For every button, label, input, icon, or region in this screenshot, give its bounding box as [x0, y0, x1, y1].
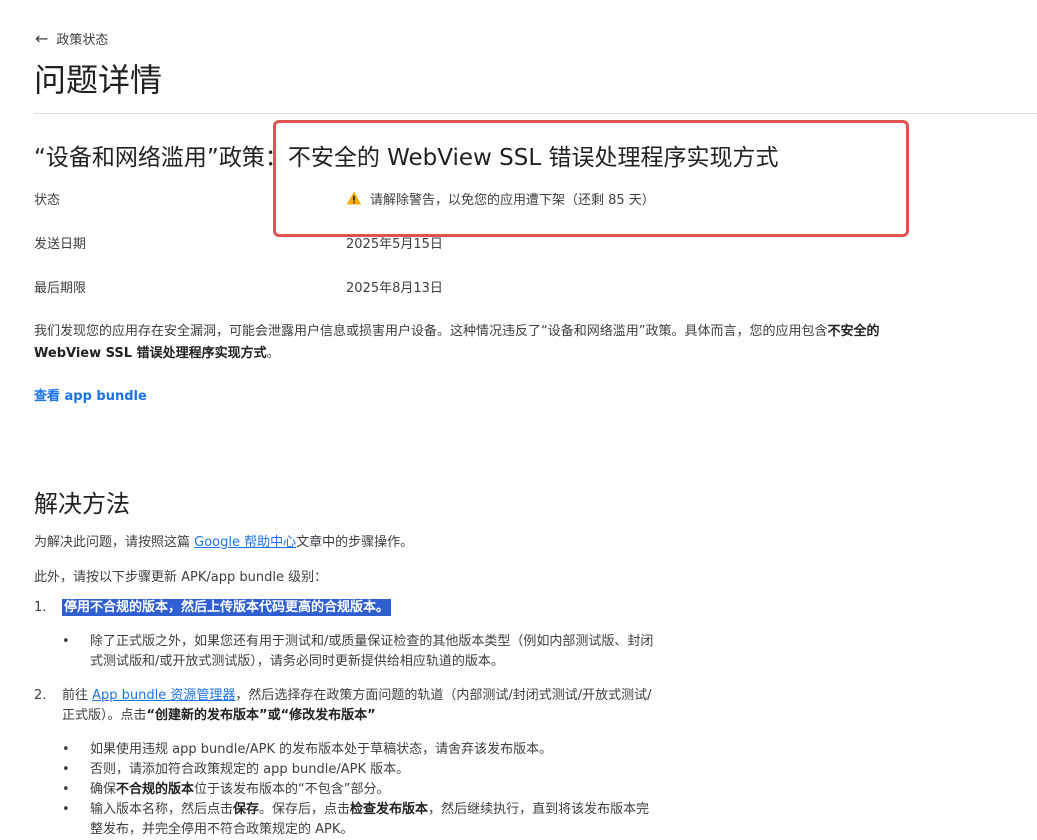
step-2-bullet-d: • 输入版本名称，然后点击保存。保存后，点击检查发布版本，然后继续执行，直到将该… — [62, 800, 660, 840]
bullet-d-text-mid: 。保存后，点击 — [259, 802, 351, 817]
deadline-label: 最后期限 — [34, 280, 87, 296]
bullet-text: 除了正式版之外，如果您还有用于测试和/或质量保证检查的其他版本类型（例如内部测试… — [90, 634, 654, 669]
policy-title: “设备和网络滥用”政策：不安全的 WebView SSL 错误处理程序实现方式 — [34, 145, 779, 171]
warning-icon — [346, 191, 362, 205]
bullet-c-text-end: 位于该发布版本的“不包含”部分。 — [194, 782, 390, 797]
step-text: 停用不合规的版本，然后上传版本代码更高的合规版本。 — [62, 598, 662, 618]
bullet-c-text: 确保 — [90, 782, 117, 797]
issue-description: 我们发现您的应用存在安全漏洞，可能会泄露用户信息或损害用户设备。这种情况违反了“… — [34, 321, 934, 365]
back-link[interactable]: ← 政策状态 — [35, 29, 108, 48]
bullet-text: 输入版本名称，然后点击保存。保存后，点击检查发布版本，然后继续执行，直到将该发布… — [90, 800, 660, 840]
arrow-left-icon: ← — [35, 28, 49, 48]
deadline-value: 2025年8月13日 — [346, 280, 443, 296]
bullet-dot: • — [62, 634, 70, 649]
step-text: 前往 App bundle 资源管理器，然后选择存在政策方面问题的轨道（内部测试… — [62, 686, 662, 726]
bullet-dot: • — [62, 802, 70, 817]
step-number: 2. — [34, 688, 47, 703]
step-1-bullet: • 除了正式版之外，如果您还有用于测试和/或质量保证检查的其他版本类型（例如内部… — [62, 632, 660, 672]
bullet-text: 否则，请添加符合政策规定的 app bundle/APK 版本。 — [90, 762, 410, 777]
deadline-row: 最后期限 2025年8月13日 — [34, 276, 1037, 296]
status-text: 请解除警告，以免您的应用遭下架（还剩 85 天） — [370, 192, 655, 208]
step-2-text: 前往 — [62, 688, 93, 703]
sent-date-value: 2025年5月15日 — [346, 236, 443, 252]
back-label: 政策状态 — [56, 33, 109, 48]
resolution-also: 此外，请按以下步骤更新 APK/app bundle 级别： — [34, 570, 328, 585]
view-app-bundle-link[interactable]: 查看 app bundle — [34, 385, 147, 404]
bullet-dot: • — [62, 782, 70, 797]
description-text: 我们发现您的应用存在安全漏洞，可能会泄露用户信息或损害用户设备。这种情况违反了“… — [34, 324, 828, 339]
bullet-text: 如果使用违规 app bundle/APK 的发布版本处于草稿状态，请舍弃该发布… — [90, 742, 553, 757]
help-center-link[interactable]: Google 帮助中心 — [194, 535, 296, 550]
app-bundle-explorer-link[interactable]: App bundle 资源管理器 — [92, 688, 235, 703]
sent-date-row: 发送日期 2025年5月15日 — [34, 232, 1037, 252]
resolution-title: 解决方法 — [34, 490, 130, 518]
bullet-d-bold-review: 检查发布版本 — [350, 802, 429, 817]
description-end: 。 — [266, 346, 280, 361]
bullet-dot: • — [62, 762, 70, 777]
bullet-d-bold-save: 保存 — [233, 802, 260, 817]
bullet-d-text: 输入版本名称，然后点击 — [90, 802, 234, 817]
step-2-bold: “创建新的发布版本”或“修改发布版本” — [146, 708, 376, 723]
bullet-text: 确保不合规的版本位于该发布版本的“不包含”部分。 — [90, 780, 660, 800]
step-number: 1. — [34, 600, 47, 615]
sent-date-label: 发送日期 — [34, 236, 87, 252]
step-2-bullet-a: • 如果使用违规 app bundle/APK 的发布版本处于草稿状态，请舍弃该… — [62, 740, 660, 760]
status-value: 请解除警告，以免您的应用遭下架（还剩 85 天） — [346, 189, 655, 208]
status-label: 状态 — [34, 192, 61, 208]
step-2-bullet-b: • 否则，请添加符合政策规定的 app bundle/APK 版本。 — [62, 760, 660, 780]
step-2: 2. 前往 App bundle 资源管理器，然后选择存在政策方面问题的轨道（内… — [34, 686, 662, 726]
divider — [34, 113, 1037, 114]
status-row: 状态 请解除警告，以免您的应用遭下架（还剩 85 天） — [34, 188, 1037, 208]
resolution-intro: 为解决此问题，请按照这篇 Google 帮助中心文章中的步骤操作。 — [34, 531, 413, 550]
bullet-c-bold: 不合规的版本 — [116, 782, 195, 797]
intro-text: 为解决此问题，请按照这篇 — [34, 535, 195, 550]
step-1: 1. 停用不合规的版本，然后上传版本代码更高的合规版本。 — [34, 598, 662, 618]
intro-text-end: 文章中的步骤操作。 — [296, 535, 414, 550]
bullet-dot: • — [62, 742, 70, 757]
highlighted-text: 停用不合规的版本，然后上传版本代码更高的合规版本。 — [62, 599, 392, 616]
step-2-bullet-c: • 确保不合规的版本位于该发布版本的“不包含”部分。 — [62, 780, 660, 800]
page-title: 问题详情 — [34, 61, 163, 99]
